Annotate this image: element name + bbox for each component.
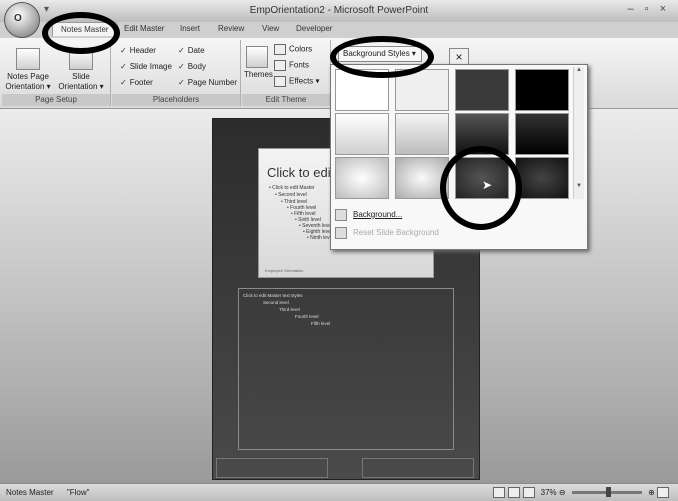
themes-button[interactable]: Themes bbox=[244, 46, 273, 80]
background-style-swatch[interactable] bbox=[335, 157, 389, 199]
body-label: Body bbox=[187, 62, 206, 71]
slide-show-icon[interactable] bbox=[523, 487, 536, 499]
scroll-down-icon[interactable]: ▼ bbox=[574, 183, 584, 189]
check-icon: ✓ bbox=[178, 46, 185, 55]
notes-text-line: Second level bbox=[263, 300, 289, 305]
group-placeholders: ✓ Header ✓ Date ✓ Slide Image ✓ Body ✓ Footer… bbox=[112, 40, 241, 106]
slide-title: Click to edit bbox=[267, 165, 335, 180]
colors-label: Colors bbox=[289, 44, 313, 54]
footer-placeholder[interactable] bbox=[216, 458, 328, 478]
notes-text-line: Third level bbox=[279, 307, 300, 312]
status-view-name: Notes Master bbox=[6, 488, 54, 497]
status-bar: Notes Master "Flow" 37% ⊖ ⊕ bbox=[0, 483, 678, 501]
status-right: 37% ⊖ ⊕ bbox=[493, 484, 672, 501]
background-style-swatch[interactable] bbox=[515, 157, 569, 199]
zoom-in-icon[interactable]: ⊕ bbox=[648, 488, 655, 497]
notes-text-line: Fifth level bbox=[311, 321, 331, 326]
colors-icon bbox=[274, 44, 286, 55]
group-edit-theme: Themes Colors Fonts Effects ▾ Edit Theme bbox=[242, 40, 331, 106]
tab-view[interactable]: View bbox=[262, 24, 279, 33]
page-orientation-icon bbox=[16, 48, 40, 70]
fonts-button[interactable]: Fonts bbox=[274, 60, 309, 71]
group-label: Edit Theme bbox=[242, 94, 330, 106]
check-icon: ✓ bbox=[120, 46, 127, 55]
fit-to-window-icon[interactable] bbox=[657, 487, 669, 499]
annotation-circle bbox=[330, 36, 434, 78]
background-style-swatch[interactable] bbox=[395, 113, 449, 155]
notes-text-line: Click to edit Master text styles bbox=[243, 293, 303, 298]
status-left: Notes Master "Flow" bbox=[6, 484, 90, 501]
reset-slide-background-menu-item[interactable]: Reset Slide Background bbox=[335, 227, 439, 239]
check-icon: ✓ bbox=[120, 78, 127, 87]
effects-button[interactable]: Effects ▾ bbox=[274, 76, 320, 87]
gallery-scrollbar[interactable]: ▲ ▼ bbox=[573, 67, 584, 199]
check-icon: ✓ bbox=[178, 62, 185, 71]
page-number-label: Page Number bbox=[187, 78, 238, 87]
check-icon: ✓ bbox=[120, 62, 127, 71]
annotation-circle bbox=[440, 146, 522, 230]
themes-label: Themes bbox=[244, 70, 273, 79]
date-label: Date bbox=[187, 46, 205, 55]
zoom-slider[interactable] bbox=[571, 487, 642, 498]
office-logo-icon: O bbox=[14, 13, 22, 24]
page-number-checkbox[interactable]: ✓ Page Number bbox=[178, 78, 237, 87]
tab-edit-master[interactable]: Edit Master bbox=[124, 24, 164, 33]
normal-view-icon[interactable] bbox=[493, 487, 506, 499]
tab-insert[interactable]: Insert bbox=[180, 24, 200, 33]
footer-placeholders bbox=[212, 458, 478, 478]
slide-image-label: Slide Image bbox=[129, 62, 172, 71]
format-background-label: Background... bbox=[353, 210, 403, 220]
tab-review[interactable]: Review bbox=[218, 24, 244, 33]
header-checkbox[interactable]: ✓ Header bbox=[120, 46, 156, 55]
slide-text-line: • Click to edit Master bbox=[269, 185, 315, 191]
tab-developer[interactable]: Developer bbox=[296, 24, 332, 33]
group-label: Placeholders bbox=[112, 94, 240, 106]
notes-page-orientation-button[interactable]: Notes Page Orientation ▾ bbox=[4, 48, 52, 92]
footer-label: Footer bbox=[129, 78, 153, 87]
check-icon: ✓ bbox=[178, 78, 185, 87]
header-label: Header bbox=[129, 46, 156, 55]
window-controls[interactable]: – ▫ × bbox=[627, 3, 670, 15]
office-button[interactable]: O bbox=[4, 2, 40, 38]
background-style-swatch[interactable] bbox=[335, 113, 389, 155]
slide-text-line: • Second level bbox=[275, 192, 307, 198]
format-background-menu-item[interactable]: Background... bbox=[335, 209, 402, 221]
reset-background-icon bbox=[335, 227, 347, 239]
background-style-swatch[interactable] bbox=[455, 69, 509, 111]
annotation-circle bbox=[42, 12, 120, 54]
zoom-slider-thumb[interactable] bbox=[605, 487, 611, 498]
slide-orientation-label: Slide Orientation ▾ bbox=[58, 72, 104, 91]
background-style-swatch[interactable] bbox=[515, 69, 569, 111]
group-label: Page Setup bbox=[2, 94, 110, 106]
themes-icon bbox=[246, 46, 268, 68]
slide-orientation-button[interactable]: Slide Orientation ▾ bbox=[56, 48, 106, 92]
background-style-swatch[interactable] bbox=[515, 113, 569, 155]
page-number-placeholder[interactable] bbox=[362, 458, 474, 478]
effects-icon bbox=[274, 76, 286, 87]
status-theme-name: "Flow" bbox=[66, 488, 90, 497]
scroll-up-icon[interactable]: ▲ bbox=[574, 67, 584, 73]
notes-body-placeholder[interactable]: Click to edit Master text styles Second … bbox=[238, 288, 454, 450]
notes-text-line: Fourth level bbox=[295, 314, 319, 319]
footer-checkbox[interactable]: ✓ Footer bbox=[120, 78, 153, 87]
notes-page-orientation-label: Notes Page Orientation ▾ bbox=[5, 72, 51, 91]
zoom-level[interactable]: 37% bbox=[541, 488, 557, 497]
fonts-icon bbox=[274, 60, 286, 71]
reset-slide-background-label: Reset Slide Background bbox=[353, 228, 439, 238]
mouse-cursor-icon: ➤ bbox=[482, 178, 493, 192]
slide-footer: Employee Orientation bbox=[265, 268, 304, 273]
slide-image-checkbox[interactable]: ✓ Slide Image bbox=[120, 62, 172, 71]
slide-sorter-icon[interactable] bbox=[508, 487, 521, 499]
date-checkbox[interactable]: ✓ Date bbox=[178, 46, 205, 55]
fonts-label: Fonts bbox=[289, 60, 310, 70]
body-checkbox[interactable]: ✓ Body bbox=[178, 62, 206, 71]
effects-label: Effects ▾ bbox=[289, 76, 320, 86]
format-background-icon bbox=[335, 209, 347, 221]
colors-button[interactable]: Colors bbox=[274, 44, 312, 55]
zoom-out-icon[interactable]: ⊖ bbox=[559, 488, 566, 497]
